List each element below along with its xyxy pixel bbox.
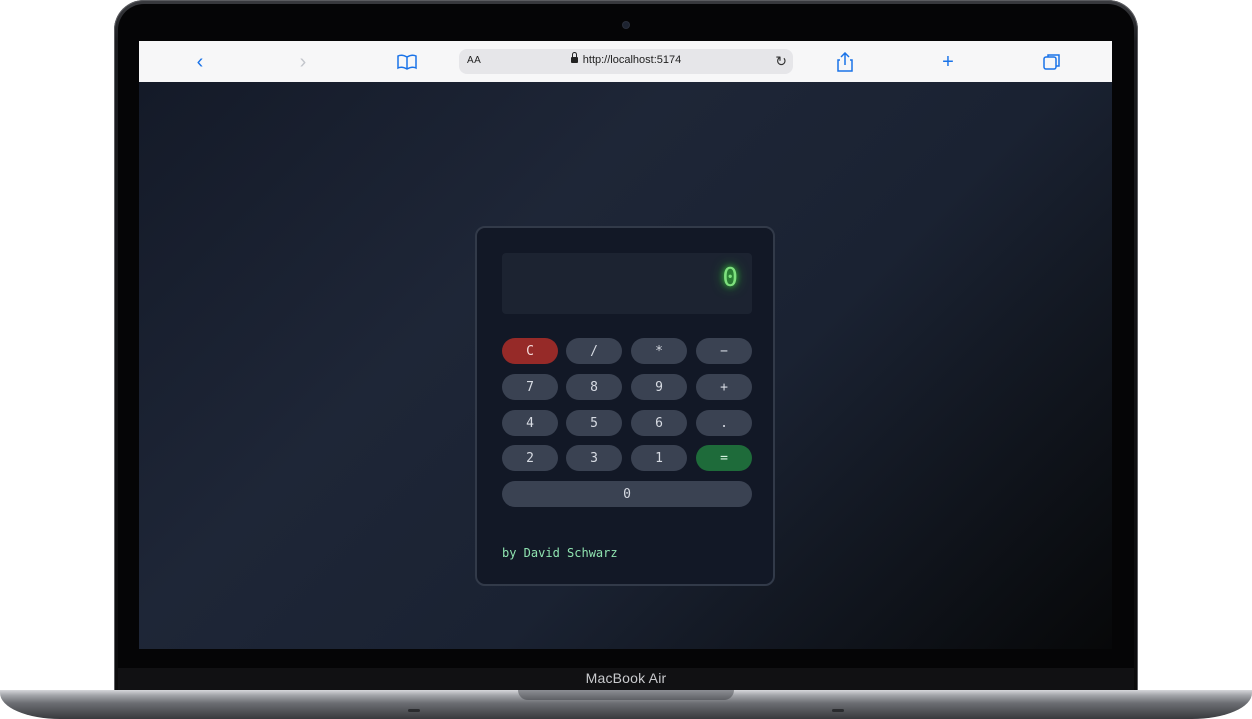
page-viewport: 0 C / * − 7 8 9 + 4 5 6 . 2 3 1 = 0 by D… xyxy=(139,82,1112,649)
book-icon[interactable] xyxy=(396,51,418,73)
chevron-left-icon[interactable]: ‹ xyxy=(189,51,211,73)
minus-button[interactable]: − xyxy=(696,338,752,364)
share-icon[interactable] xyxy=(834,51,856,73)
base-foot xyxy=(832,709,844,712)
two-button[interactable]: 2 xyxy=(502,445,558,471)
eight-button[interactable]: 8 xyxy=(566,374,622,400)
display-value: 0 xyxy=(722,263,738,293)
calculator-display: 0 xyxy=(502,253,752,314)
calculator: 0 C / * − 7 8 9 + 4 5 6 . 2 3 1 = 0 by D… xyxy=(475,226,775,586)
address-bar[interactable]: AA http://localhost:5174 ↻ xyxy=(459,49,793,74)
plus-button[interactable]: + xyxy=(696,374,752,400)
tabs-icon[interactable] xyxy=(1041,51,1063,73)
reload-icon[interactable]: ↻ xyxy=(775,53,787,70)
device-brand-label: MacBook Air xyxy=(585,670,667,686)
zero-button[interactable]: 0 xyxy=(502,481,752,507)
author-credit: by David Schwarz xyxy=(502,546,618,560)
lid-notch xyxy=(518,690,734,700)
browser-toolbar: ‹ › AA http://localhost:5174 ↻ + xyxy=(139,41,1112,83)
four-button[interactable]: 4 xyxy=(502,410,558,436)
five-button[interactable]: 5 xyxy=(566,410,622,436)
six-button[interactable]: 6 xyxy=(631,410,687,436)
url-text: http://localhost:5174 xyxy=(582,54,682,66)
seven-button[interactable]: 7 xyxy=(502,374,558,400)
three-button[interactable]: 3 xyxy=(566,445,622,471)
clear-button[interactable]: C xyxy=(502,338,558,364)
lock-icon xyxy=(570,52,578,63)
screen: ‹ › AA http://localhost:5174 ↻ + 0 C / *… xyxy=(139,41,1112,649)
base-foot xyxy=(408,709,420,712)
decimal-button[interactable]: . xyxy=(696,410,752,436)
camera-icon xyxy=(623,22,629,28)
multiply-button[interactable]: * xyxy=(631,338,687,364)
divide-button[interactable]: / xyxy=(566,338,622,364)
chevron-right-icon[interactable]: › xyxy=(292,51,314,73)
nine-button[interactable]: 9 xyxy=(631,374,687,400)
plus-icon[interactable]: + xyxy=(937,51,959,73)
equals-button[interactable]: = xyxy=(696,445,752,471)
one-button[interactable]: 1 xyxy=(631,445,687,471)
